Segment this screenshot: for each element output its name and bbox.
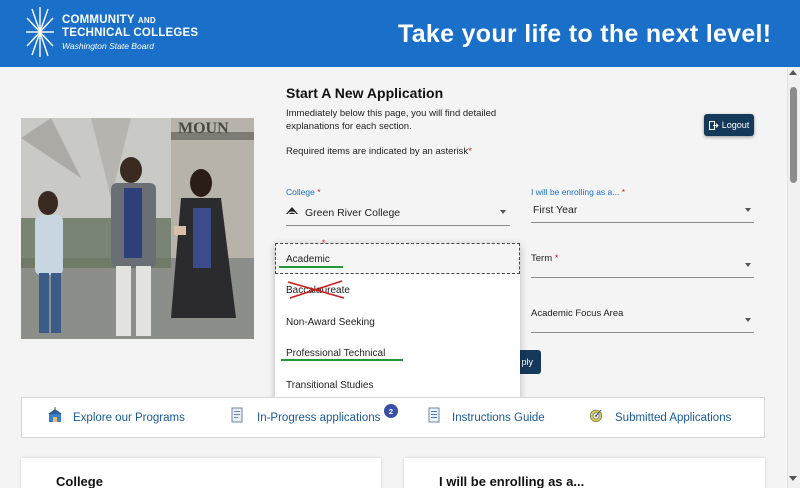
- enrolling-label: I will be enrolling as a... *: [531, 187, 626, 197]
- enrolling-card-title: I will be enrolling as a...: [439, 474, 585, 488]
- college-select-value[interactable]: Green River College: [305, 207, 400, 219]
- college-card-title: College: [56, 474, 103, 488]
- logo-text-community: COMMUNITY AND: [62, 14, 156, 26]
- enrolling-select-underline: [531, 222, 754, 223]
- form-description: Immediately below this page, you will fi…: [286, 108, 497, 132]
- svg-text:MOUN: MOUN: [178, 120, 229, 137]
- document-icon[interactable]: [230, 407, 244, 423]
- logout-button[interactable]: Logout: [704, 114, 754, 136]
- nav-submitted-applications[interactable]: Submitted Applications: [615, 412, 731, 424]
- logout-icon: [708, 120, 719, 130]
- dropdown-option-professional-technical[interactable]: Professional Technical: [286, 348, 385, 359]
- focus-area-label: Academic Focus Area: [531, 308, 624, 319]
- nav-instructions-guide[interactable]: Instructions Guide: [452, 412, 545, 424]
- school-icon[interactable]: [48, 407, 62, 423]
- college-chevron-down-icon[interactable]: [500, 210, 506, 214]
- header-tagline: Take your life to the next level!: [398, 20, 772, 48]
- nav-in-progress-applications[interactable]: In-Progress applications: [257, 412, 380, 424]
- students-photo: MOUN: [21, 118, 254, 339]
- students-illustration: MOUN: [21, 118, 254, 339]
- program-type-dropdown: Academic Baccalaureate Non-Award Seeking…: [275, 243, 520, 401]
- dropdown-option-non-award-seeking[interactable]: Non-Award Seeking: [286, 317, 375, 328]
- term-chevron-down-icon[interactable]: [745, 263, 751, 267]
- starburst-logo-icon: [26, 7, 54, 57]
- green-underline-annotation: [281, 359, 403, 361]
- enrolling-chevron-down-icon[interactable]: [745, 208, 751, 212]
- scroll-up-arrow-icon[interactable]: [789, 70, 797, 75]
- in-progress-count-badge: 2: [384, 404, 398, 418]
- program-required-star: *: [322, 238, 326, 248]
- logo-text-technical: TECHNICAL COLLEGES: [62, 27, 199, 39]
- green-underline-annotation: [279, 266, 343, 268]
- college-select-underline: [286, 225, 510, 226]
- red-cross-out-annotation: [287, 280, 345, 299]
- form-title: Start A New Application: [286, 85, 444, 101]
- dropdown-option-academic-label: Academic: [286, 254, 330, 265]
- term-select-underline[interactable]: [531, 277, 754, 278]
- scrollbar-thumb[interactable]: [790, 87, 797, 183]
- required-note: Required items are indicated by an aster…: [286, 146, 472, 157]
- term-label: Term *: [531, 253, 559, 264]
- enrolling-select-value[interactable]: First Year: [533, 204, 577, 216]
- dropdown-option-transitional-studies[interactable]: Transitional Studies: [286, 380, 373, 391]
- logo-text-board: Washington State Board: [62, 41, 154, 51]
- college-label: College *: [286, 187, 321, 197]
- guide-icon[interactable]: [427, 407, 441, 423]
- college-logo-icon: [286, 207, 298, 215]
- focus-area-select-underline[interactable]: [531, 332, 754, 333]
- site-header: COMMUNITY AND TECHNICAL COLLEGES Washing…: [0, 0, 800, 67]
- target-icon[interactable]: [589, 407, 603, 423]
- nav-explore-programs[interactable]: Explore our Programs: [73, 412, 185, 424]
- focus-area-chevron-down-icon[interactable]: [745, 318, 751, 322]
- scroll-down-arrow-icon[interactable]: [789, 476, 797, 481]
